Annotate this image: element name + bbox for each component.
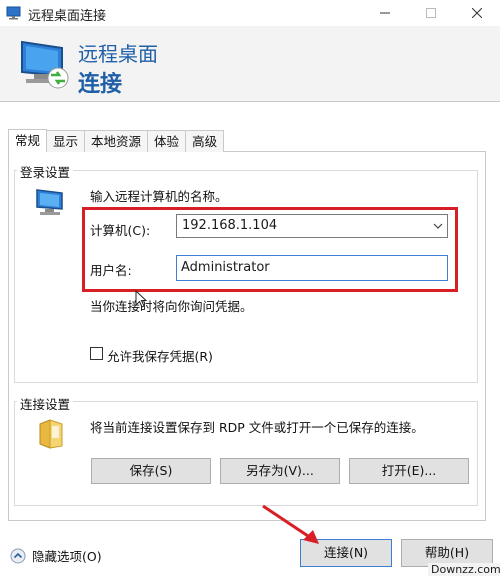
connection-description-text: 将当前连接设置保存到 RDP 文件或打开一个已保存的连接。 [90, 420, 424, 435]
credentials-prompt-text: 当你连接时将向你询问凭据。 [90, 299, 253, 314]
window-title: 远程桌面连接 [28, 9, 107, 24]
watermark-text: Downzz.com [428, 563, 500, 576]
save-button[interactable]: 保存(S) [91, 458, 211, 484]
tab-experience[interactable]: 体验 [147, 130, 187, 152]
close-icon [472, 8, 482, 18]
chevron-up-circle-icon[interactable] [10, 548, 26, 564]
computer-combobox[interactable]: 192.168.1.104 [176, 214, 448, 238]
computer-label: 计算机(C): [90, 223, 151, 238]
save-credentials-label[interactable]: 允许我保存凭据(R) [107, 346, 213, 365]
save-as-button[interactable]: 另存为(V)... [220, 458, 340, 484]
header-banner: 远程桌面 连接 [0, 26, 500, 102]
title-bar: 远程桌面连接 [0, 0, 500, 26]
mouse-cursor-icon [135, 290, 147, 308]
minimize-button[interactable] [362, 0, 408, 26]
computer-value: 192.168.1.104 [182, 218, 278, 233]
connect-button[interactable]: 连接(N) [300, 539, 392, 567]
username-field[interactable]: Administrator [176, 255, 448, 281]
remote-desktop-monitor-icon [21, 40, 69, 89]
tab-local-resources[interactable]: 本地资源 [84, 130, 149, 152]
banner-divider [0, 101, 500, 102]
hide-options-label[interactable]: 隐藏选项(O) [32, 546, 102, 565]
open-button[interactable]: 打开(E)... [349, 458, 469, 484]
connection-settings-title: 连接设置 [17, 394, 74, 413]
username-value: Administrator [181, 260, 270, 275]
tab-advanced[interactable]: 高级 [185, 130, 225, 152]
maximize-icon [426, 8, 436, 18]
username-label: 用户名: [90, 263, 132, 278]
login-intro-text: 输入远程计算机的名称。 [90, 189, 228, 204]
save-credentials-checkbox[interactable] [90, 347, 103, 360]
maximize-button[interactable] [408, 0, 454, 26]
chevron-down-icon[interactable] [433, 222, 443, 230]
computer-monitor-icon [36, 189, 63, 215]
minimize-icon [380, 12, 390, 14]
tab-general[interactable]: 常规 [8, 129, 48, 152]
banner-title: 远程桌面 [78, 42, 158, 66]
tab-strip: 常规 显示 本地资源 体验 高级 [8, 129, 225, 152]
remote-desktop-icon [6, 6, 21, 20]
close-button[interactable] [454, 0, 500, 26]
banner-subtitle: 连接 [78, 72, 123, 97]
folder-icon [39, 419, 63, 449]
tab-display[interactable]: 显示 [46, 130, 86, 152]
hide-options-toggle[interactable]: 隐藏选项(O) [10, 546, 102, 565]
login-settings-title: 登录设置 [17, 162, 74, 181]
